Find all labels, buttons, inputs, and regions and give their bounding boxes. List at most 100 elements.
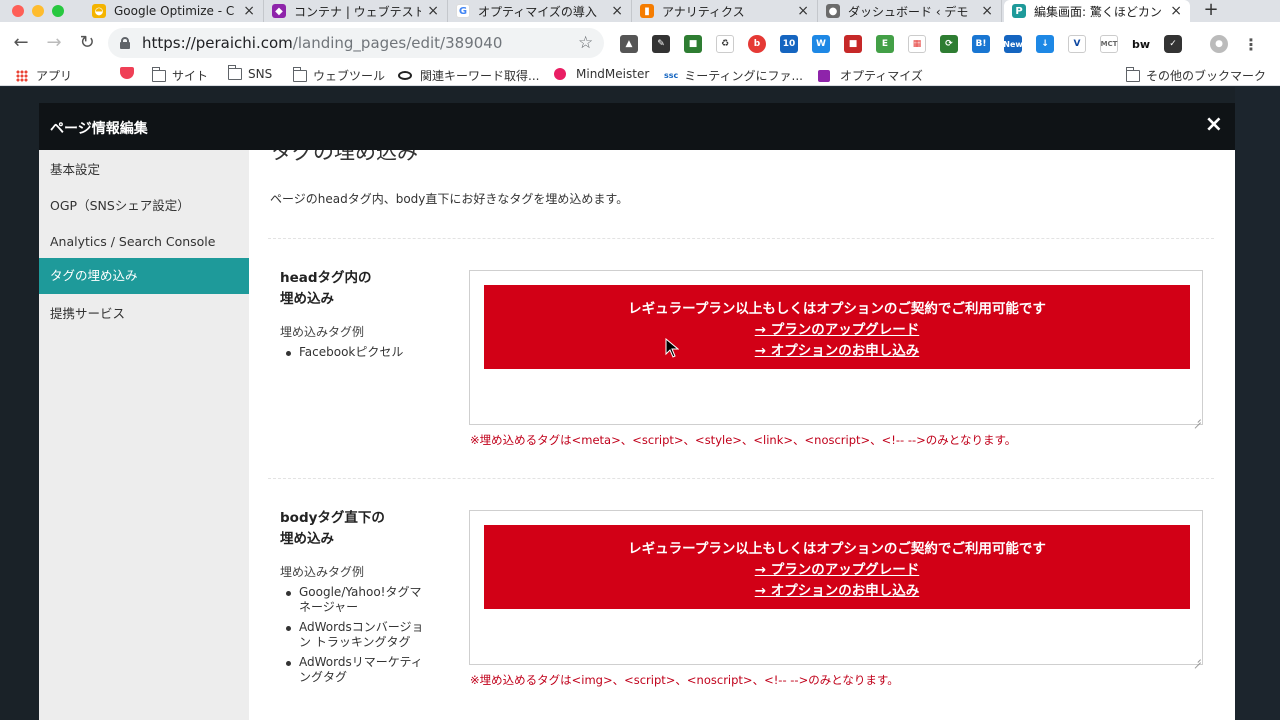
avatar-icon: ● [826, 4, 840, 18]
extension-icon[interactable]: MCT [1100, 35, 1118, 53]
recycle-extension-icon[interactable]: ♻ [716, 35, 734, 53]
list-item: AdWordsコンバージョン トラッキングタグ [286, 620, 429, 650]
extension-icon[interactable]: ■ [844, 35, 862, 53]
back-arrow-icon[interactable]: ← [10, 32, 32, 54]
download-extension-icon[interactable]: ↓ [1036, 35, 1054, 53]
bookmark-mindmeister[interactable]: MindMeister [554, 67, 649, 81]
sidebar-item-ogp[interactable]: OGP（SNSシェア設定） [39, 189, 249, 223]
section-description: ページのheadタグ内、body直下にお好きなタグを埋め込めます。 [270, 192, 629, 206]
eyedropper-extension-icon[interactable]: ✎ [652, 35, 670, 53]
new-tab-button[interactable]: + [1200, 0, 1222, 22]
mindmeister-icon [554, 68, 566, 80]
address-bar[interactable]: https://peraichi.com/landing_pages/edit/… [108, 28, 604, 58]
upgrade-plan-link[interactable]: → プランのアップグレード [484, 558, 1190, 578]
google-optimize-icon: ◒ [92, 4, 106, 18]
upgrade-plan-link[interactable]: → プランのアップグレード [484, 318, 1190, 338]
bookmark-meeting[interactable]: ssc ミーティングにファ... [664, 67, 803, 84]
resize-grip-icon[interactable] [1193, 415, 1201, 423]
option-apply-link[interactable]: → オプションのお申し込み [484, 579, 1190, 599]
tab-title: Google Optimize - C [114, 4, 235, 18]
bookmark-folder-sns[interactable]: SNS [227, 65, 273, 81]
folder-icon [227, 65, 242, 80]
browser-tab[interactable]: ● ダッシュボード ‹ デモ × [818, 0, 1002, 22]
pocket-icon [120, 67, 134, 79]
bookmark-pocket[interactable] [120, 67, 134, 79]
list-item: Facebookピクセル [286, 345, 429, 360]
sidebar-item-basic[interactable]: 基本設定 [39, 153, 249, 187]
browser-tab[interactable]: ▮ アナリティクス × [632, 0, 818, 22]
browser-tab-strip: ◒ Google Optimize - C × ◆ コンテナ | ウェブテスト … [0, 0, 1280, 22]
tab-close-icon[interactable]: × [611, 3, 623, 19]
body-upgrade-banner: レギュラープラン以上もしくはオプションのご契約でご利用可能です → プランのアッ… [484, 525, 1190, 609]
divider [268, 478, 1214, 479]
resize-grip-icon[interactable] [1193, 655, 1201, 663]
reload-icon[interactable]: ↻ [76, 32, 98, 54]
extension-icon[interactable]: ■ [684, 35, 702, 53]
extension-icon[interactable]: V [1068, 35, 1086, 53]
option-apply-link[interactable]: → オプションのお申し込み [484, 339, 1190, 359]
window-minimize-dot[interactable] [32, 5, 44, 17]
browser-tab[interactable]: G オプティマイズの導入 × [448, 0, 632, 22]
forward-arrow-icon[interactable]: → [43, 32, 65, 54]
bookmark-optimize[interactable]: オプティマイズ [818, 67, 923, 84]
bookmark-other-folder[interactable]: その他のブックマーク [1125, 66, 1266, 84]
extension-icon[interactable]: 10 [780, 35, 798, 53]
body-embed-label-line2: 埋め込み [280, 531, 334, 547]
extension-icon[interactable]: b [748, 35, 766, 53]
tab-title: コンテナ | ウェブテスト [294, 4, 422, 19]
browser-tab[interactable]: ◆ コンテナ | ウェブテスト × [264, 0, 448, 22]
sidebar-item-partner[interactable]: 提携サービス [39, 297, 249, 331]
folder-icon [151, 66, 166, 82]
evernote-extension-icon[interactable]: E [876, 35, 894, 53]
body-embed-label: bodyタグ直下の 埋め込み [280, 508, 385, 550]
bookmark-label: SNS [248, 67, 273, 81]
peraichi-icon: P [1012, 4, 1026, 18]
banner-message: レギュラープラン以上もしくはオプションのご契約でご利用可能です [628, 301, 1046, 317]
tab-close-icon[interactable]: × [1170, 3, 1182, 19]
optimize-icon [818, 69, 830, 82]
mouse-cursor-icon [665, 338, 679, 358]
page-info-modal: ページ情報編集 × 基本設定 OGP（SNSシェア設定） Analytics /… [39, 103, 1235, 720]
head-tag-textarea[interactable]: レギュラープラン以上もしくはオプションのご契約でご利用可能です → プランのアッ… [469, 270, 1203, 425]
bookmark-star-icon[interactable]: ☆ [578, 33, 593, 53]
bookmark-folder-webtools[interactable]: ウェブツール [292, 66, 385, 84]
extension-icon[interactable]: ▲ [620, 35, 638, 53]
bookmark-label: サイト [172, 69, 209, 83]
modal-title: ページ情報編集 [50, 121, 148, 137]
folder-icon [292, 66, 307, 82]
browser-toolbar: ← → ↻ https://peraichi.com/landing_pages… [0, 22, 1280, 64]
pocket-extension-icon[interactable]: ✓ [1164, 35, 1182, 53]
window-zoom-dot[interactable] [52, 5, 64, 17]
bookmark-apps[interactable]: アプリ [16, 67, 72, 84]
section-title: タグの埋め込み [271, 150, 418, 164]
sidebar-item-tag-embed[interactable]: タグの埋め込み [39, 258, 249, 294]
calendar-extension-icon[interactable]: ▦ [908, 35, 926, 53]
optimize-container-icon: ◆ [272, 4, 286, 18]
extension-icon[interactable]: B! [972, 35, 990, 53]
head-upgrade-banner: レギュラープラン以上もしくはオプションのご契約でご利用可能です → プランのアッ… [484, 285, 1190, 369]
extension-icon[interactable]: bw [1132, 35, 1150, 53]
modal-header: ページ情報編集 × [39, 103, 1235, 150]
body-examples-label: 埋め込みタグ例 [280, 565, 365, 579]
profile-avatar-icon[interactable]: ● [1210, 35, 1228, 53]
ssc-icon: ssc [664, 71, 679, 80]
lock-icon [120, 37, 130, 49]
tab-title: ダッシュボード ‹ デモ [848, 4, 969, 19]
extension-icon[interactable]: W [812, 35, 830, 53]
bookmark-folder-site[interactable]: サイト [151, 66, 209, 84]
sync-extension-icon[interactable]: ⟳ [940, 35, 958, 53]
browser-tab-active[interactable]: P 編集画面: 驚くほどカン × [1004, 0, 1190, 22]
window-close-dot[interactable] [12, 5, 24, 17]
tab-close-icon[interactable]: × [427, 3, 439, 19]
modal-sidebar: 基本設定 OGP（SNSシェア設定） Analytics / Search Co… [39, 150, 249, 720]
close-icon[interactable]: × [1205, 112, 1223, 137]
body-tag-textarea[interactable]: レギュラープラン以上もしくはオプションのご契約でご利用可能です → プランのアッ… [469, 510, 1203, 665]
tab-close-icon[interactable]: × [981, 3, 993, 19]
browser-tab[interactable]: ◒ Google Optimize - C × [84, 0, 264, 22]
new-badge-extension-icon[interactable]: New [1003, 35, 1023, 53]
tab-close-icon[interactable]: × [243, 3, 255, 19]
sidebar-item-analytics[interactable]: Analytics / Search Console [39, 225, 249, 259]
tab-close-icon[interactable]: × [797, 3, 809, 19]
bookmark-keyword-tool[interactable]: 関連キーワード取得... [398, 67, 539, 84]
browser-menu-icon[interactable]: ⋮ [1242, 35, 1260, 54]
